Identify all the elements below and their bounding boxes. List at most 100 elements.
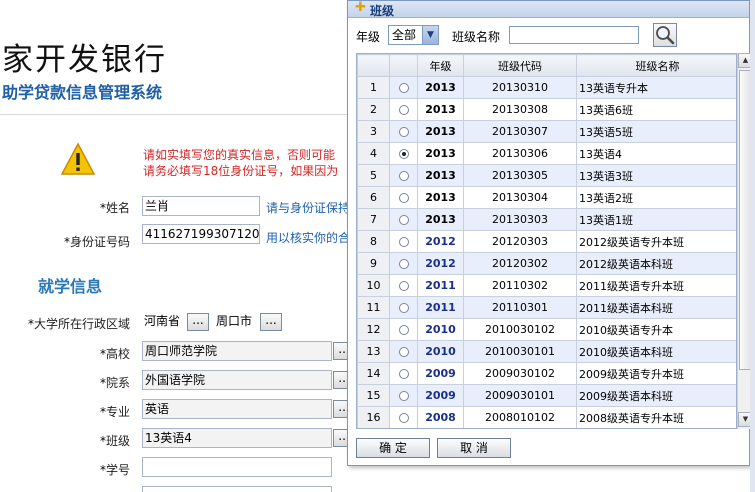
table-body: 1 2013 20130310 13英语专升本 2 2013 20130308 13英语6班 3… [357,76,736,428]
row-radio[interactable] [389,296,418,319]
row-index: 2 [357,98,390,121]
radio-button[interactable] [398,347,409,357]
header-divider [0,114,360,115]
table-row[interactable]: 4 2013 20130306 13英语4 [357,142,736,165]
name-field[interactable]: 兰肖 [142,196,260,216]
confirm-button[interactable]: 确 定 [356,438,430,458]
radio-button[interactable] [398,281,409,291]
table-row[interactable]: 7 2013 20130303 13英语1班 [357,208,736,231]
row-index: 14 [357,362,390,385]
radio-button[interactable] [398,171,409,181]
row-class-code: 2009030101 [463,384,577,407]
row-radio[interactable] [389,274,418,297]
row-radio[interactable] [389,340,418,363]
row-radio[interactable] [389,76,418,99]
table-row[interactable]: 2 2013 20130308 13英语6班 [357,98,736,121]
class-field[interactable]: 13英语4 [142,428,332,448]
row-radio[interactable] [389,208,418,231]
radio-button[interactable] [398,325,409,335]
row-grade: 2009 [417,384,464,407]
radio-button[interactable] [398,391,409,401]
row-grade: 2013 [417,76,464,99]
table-row[interactable]: 3 2013 20130307 13英语5班 [357,120,736,143]
header-class-code[interactable]: 班级代码 [463,54,577,77]
table-row[interactable]: 6 2013 20130304 13英语2班 [357,186,736,209]
row-radio[interactable] [389,142,418,165]
search-icon [656,26,675,45]
radio-button[interactable] [398,215,409,225]
row-class-name: 2012级英语专升本班 [576,230,736,253]
radio-button[interactable] [398,369,409,379]
row-radio[interactable] [389,120,418,143]
school-field[interactable]: 周口师范学院 [142,341,332,361]
row-radio[interactable] [389,98,418,121]
table-row[interactable]: 11 2011 20110301 2011级英语本科班 [357,296,736,319]
table-row[interactable]: 8 2012 20120303 2012级英语专升本班 [357,230,736,253]
row-class-name: 13英语5班 [576,120,736,143]
row-index: 11 [357,296,390,319]
table-row[interactable]: 16 2008 2008010102 2008级英语专升本班 [357,406,736,428]
student-no-field[interactable] [142,457,332,477]
row-index: 13 [357,340,390,363]
department-field[interactable]: 外国语学院 [142,370,332,390]
row-grade: 2012 [417,230,464,253]
row-index: 5 [357,164,390,187]
major-label: *专业 [99,405,130,419]
major-field[interactable]: 英语 [142,399,332,419]
row-class-name: 2011级英语专升本班 [576,274,736,297]
class-table: 年级 班级代码 班级名称 1 2013 20130310 13英语专升本 2 2013 20… [357,54,736,428]
class-grid: 年级 班级代码 班级名称 1 2013 20130310 13英语专升本 2 2013 20… [356,53,737,429]
warning-line-2: 请务必填写18位身份证号，如果因为 [143,164,339,178]
table-row[interactable]: 12 2010 2010030102 2010级英语专升本 [357,318,736,341]
row-grade: 2010 [417,318,464,341]
row-grade: 2010 [417,340,464,363]
row-radio[interactable] [389,406,418,428]
class-label: *班级 [99,434,130,448]
city-picker-button[interactable]: ... [260,313,282,331]
warning-line-1: 请如实填写您的真实信息，否则可能 [143,148,336,162]
id-number-field[interactable]: 411627199307120025 [142,224,260,244]
radio-button[interactable] [398,303,409,313]
table-row[interactable]: 1 2013 20130310 13英语专升本 [357,76,736,99]
radio-button[interactable] [398,105,409,115]
row-class-name: 2009级英语本科班 [576,384,736,407]
row-class-name: 13英语1班 [576,208,736,231]
row-index: 10 [357,274,390,297]
row-radio[interactable] [389,164,418,187]
row-class-code: 20120302 [463,252,577,275]
row-class-name: 2010级英语本科班 [576,340,736,363]
table-row[interactable]: 13 2010 2010030101 2010级英语本科班 [357,340,736,363]
chevron-down-icon[interactable]: ▼ [422,26,438,44]
search-button[interactable] [653,23,677,47]
row-radio[interactable] [389,230,418,253]
table-row[interactable]: 15 2009 2009030101 2009级英语本科班 [357,384,736,407]
school-label: *高校 [99,347,130,361]
next-field[interactable] [142,486,332,492]
header-class-name[interactable]: 班级名称 [576,54,736,77]
row-class-code: 20110302 [463,274,577,297]
radio-button[interactable] [398,259,409,269]
row-radio[interactable] [389,384,418,407]
name-hint: 请与身份证保持 [266,201,351,215]
grade-select[interactable]: 全部 ▼ [388,25,439,45]
table-row[interactable]: 10 2011 20110302 2011级英语专升本班 [357,274,736,297]
grade-filter-label: 年级 [356,30,381,44]
table-row[interactable]: 9 2012 20120302 2012级英语本科班 [357,252,736,275]
radio-button[interactable] [398,193,409,203]
table-row[interactable]: 5 2013 20130305 13英语3班 [357,164,736,187]
row-radio[interactable] [389,186,418,209]
class-name-input[interactable] [509,26,639,44]
row-radio[interactable] [389,362,418,385]
radio-button[interactable] [398,413,409,423]
radio-button[interactable] [398,83,409,93]
row-radio[interactable] [389,252,418,275]
table-row[interactable]: 14 2009 2009030102 2009级英语专升本班 [357,362,736,385]
cancel-button[interactable]: 取 消 [437,438,511,458]
province-picker-button[interactable]: ... [187,313,209,331]
row-grade: 2008 [417,406,464,428]
row-radio[interactable] [389,318,418,341]
header-grade[interactable]: 年级 [417,54,464,77]
radio-button[interactable] [398,149,409,159]
radio-button[interactable] [398,237,409,247]
radio-button[interactable] [398,127,409,137]
